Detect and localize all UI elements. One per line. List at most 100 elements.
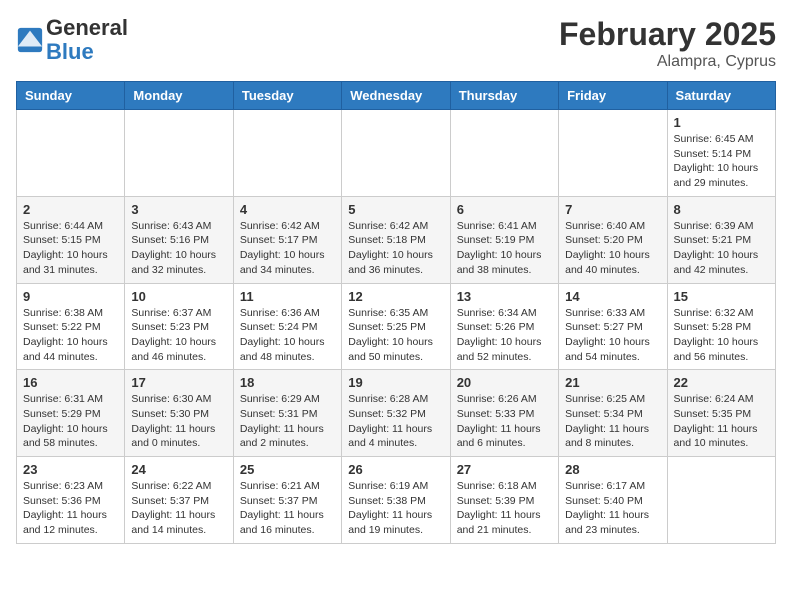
day-number: 25 bbox=[240, 462, 335, 477]
day-number: 5 bbox=[348, 202, 443, 217]
day-number: 24 bbox=[131, 462, 226, 477]
day-number: 23 bbox=[23, 462, 118, 477]
day-info: Sunrise: 6:33 AMSunset: 5:27 PMDaylight:… bbox=[565, 306, 660, 365]
calendar-day-8: 8Sunrise: 6:39 AMSunset: 5:21 PMDaylight… bbox=[667, 196, 775, 283]
day-info: Sunrise: 6:18 AMSunset: 5:39 PMDaylight:… bbox=[457, 479, 552, 538]
day-number: 10 bbox=[131, 289, 226, 304]
day-info: Sunrise: 6:31 AMSunset: 5:29 PMDaylight:… bbox=[23, 392, 118, 451]
calendar-day-5: 5 Sunrise: 6:42 AMSunset: 5:18 PMDaylight… bbox=[342, 196, 450, 283]
day-number: 21 bbox=[565, 375, 660, 390]
day-number: 1 bbox=[674, 115, 769, 130]
day-number: 19 bbox=[348, 375, 443, 390]
weekday-header-friday: Friday bbox=[559, 82, 667, 110]
day-number: 6 bbox=[457, 202, 552, 217]
day-info: Sunrise: 6:35 AMSunset: 5:25 PMDaylight:… bbox=[348, 306, 443, 365]
day-number: 17 bbox=[131, 375, 226, 390]
calendar-day-16: 16 Sunrise: 6:31 AMSunset: 5:29 PMDayligh… bbox=[17, 370, 125, 457]
calendar-day-28: 28 Sunrise: 6:17 AMSunset: 5:40 PMDayligh… bbox=[559, 457, 667, 544]
weekday-header-sunday: Sunday bbox=[17, 82, 125, 110]
day-info: Sunrise: 6:30 AMSunset: 5:30 PMDaylight:… bbox=[131, 392, 226, 451]
calendar-week-row: 1 Sunrise: 6:45 AMSunset: 5:14 PMDaylight… bbox=[17, 110, 776, 197]
calendar-day-2: 2 Sunrise: 6:44 AMSunset: 5:15 PMDaylight… bbox=[17, 196, 125, 283]
day-info: Sunrise: 6:32 AMSunset: 5:28 PMDaylight:… bbox=[674, 306, 769, 365]
calendar-day-1: 1 Sunrise: 6:45 AMSunset: 5:14 PMDaylight… bbox=[667, 110, 775, 197]
day-number: 15 bbox=[674, 289, 769, 304]
logo-general: General bbox=[46, 16, 128, 40]
weekday-header-wednesday: Wednesday bbox=[342, 82, 450, 110]
day-number: 28 bbox=[565, 462, 660, 477]
day-info: Sunrise: 6:41 AMSunset: 5:19 PMDaylight:… bbox=[457, 219, 552, 278]
day-info: Sunrise: 6:45 AMSunset: 5:14 PMDaylight:… bbox=[674, 132, 769, 191]
day-info: Sunrise: 6:29 AMSunset: 5:31 PMDaylight:… bbox=[240, 392, 335, 451]
calendar-day-27: 27Sunrise: 6:18 AMSunset: 5:39 PMDayligh… bbox=[450, 457, 558, 544]
day-number: 18 bbox=[240, 375, 335, 390]
month-year: February 2025 bbox=[559, 16, 776, 53]
day-info: Sunrise: 6:38 AMSunset: 5:22 PMDaylight:… bbox=[23, 306, 118, 365]
day-info: Sunrise: 6:23 AMSunset: 5:36 PMDaylight:… bbox=[23, 479, 118, 538]
day-info: Sunrise: 6:40 AMSunset: 5:20 PMDaylight:… bbox=[565, 219, 660, 278]
calendar-week-row: 23 Sunrise: 6:23 AMSunset: 5:36 PMDayligh… bbox=[17, 457, 776, 544]
calendar-day-10: 10 Sunrise: 6:37 AMSunset: 5:23 PMDayligh… bbox=[125, 283, 233, 370]
calendar-day-4: 4Sunrise: 6:42 AMSunset: 5:17 PMDaylight… bbox=[233, 196, 341, 283]
weekday-header-monday: Monday bbox=[125, 82, 233, 110]
calendar-empty-cell bbox=[450, 110, 558, 197]
calendar-day-6: 6 Sunrise: 6:41 AMSunset: 5:19 PMDaylight… bbox=[450, 196, 558, 283]
calendar-day-17: 17 Sunrise: 6:30 AMSunset: 5:30 PMDayligh… bbox=[125, 370, 233, 457]
day-number: 22 bbox=[674, 375, 769, 390]
calendar-day-7: 7 Sunrise: 6:40 AMSunset: 5:20 PMDaylight… bbox=[559, 196, 667, 283]
calendar-day-21: 21 Sunrise: 6:25 AMSunset: 5:34 PMDayligh… bbox=[559, 370, 667, 457]
day-info: Sunrise: 6:25 AMSunset: 5:34 PMDaylight:… bbox=[565, 392, 660, 451]
calendar-day-9: 9 Sunrise: 6:38 AMSunset: 5:22 PMDaylight… bbox=[17, 283, 125, 370]
calendar-day-3: 3Sunrise: 6:43 AMSunset: 5:16 PMDaylight… bbox=[125, 196, 233, 283]
day-number: 7 bbox=[565, 202, 660, 217]
calendar-day-15: 15 Sunrise: 6:32 AMSunset: 5:28 PMDayligh… bbox=[667, 283, 775, 370]
day-number: 3 bbox=[131, 202, 226, 217]
calendar-day-14: 14 Sunrise: 6:33 AMSunset: 5:27 PMDayligh… bbox=[559, 283, 667, 370]
day-number: 2 bbox=[23, 202, 118, 217]
day-info: Sunrise: 6:37 AMSunset: 5:23 PMDaylight:… bbox=[131, 306, 226, 365]
day-info: Sunrise: 6:42 AMSunset: 5:17 PMDaylight:… bbox=[240, 219, 335, 278]
calendar-day-22: 22 Sunrise: 6:24 AMSunset: 5:35 PMDayligh… bbox=[667, 370, 775, 457]
title-block: February 2025 Alampra, Cyprus bbox=[559, 16, 776, 71]
day-number: 9 bbox=[23, 289, 118, 304]
calendar-day-24: 24 Sunrise: 6:22 AMSunset: 5:37 PMDayligh… bbox=[125, 457, 233, 544]
weekday-header-saturday: Saturday bbox=[667, 82, 775, 110]
day-info: Sunrise: 6:21 AMSunset: 5:37 PMDaylight:… bbox=[240, 479, 335, 538]
day-info: Sunrise: 6:42 AMSunset: 5:18 PMDaylight:… bbox=[348, 219, 443, 278]
day-number: 16 bbox=[23, 375, 118, 390]
calendar-day-20: 20Sunrise: 6:26 AMSunset: 5:33 PMDayligh… bbox=[450, 370, 558, 457]
logo-icon bbox=[16, 26, 44, 54]
day-number: 14 bbox=[565, 289, 660, 304]
calendar-empty-cell bbox=[342, 110, 450, 197]
day-number: 13 bbox=[457, 289, 552, 304]
logo-blue: Blue bbox=[46, 40, 128, 64]
day-info: Sunrise: 6:36 AMSunset: 5:24 PMDaylight:… bbox=[240, 306, 335, 365]
day-info: Sunrise: 6:19 AMSunset: 5:38 PMDaylight:… bbox=[348, 479, 443, 538]
day-number: 8 bbox=[674, 202, 769, 217]
calendar-day-19: 19Sunrise: 6:28 AMSunset: 5:32 PMDayligh… bbox=[342, 370, 450, 457]
calendar-day-23: 23 Sunrise: 6:23 AMSunset: 5:36 PMDayligh… bbox=[17, 457, 125, 544]
calendar: SundayMondayTuesdayWednesdayThursdayFrid… bbox=[16, 81, 776, 544]
calendar-empty-cell bbox=[125, 110, 233, 197]
calendar-week-row: 2 Sunrise: 6:44 AMSunset: 5:15 PMDaylight… bbox=[17, 196, 776, 283]
day-info: Sunrise: 6:34 AMSunset: 5:26 PMDaylight:… bbox=[457, 306, 552, 365]
day-number: 26 bbox=[348, 462, 443, 477]
logo: General Blue bbox=[16, 16, 128, 64]
weekday-header-tuesday: Tuesday bbox=[233, 82, 341, 110]
calendar-day-26: 26 Sunrise: 6:19 AMSunset: 5:38 PMDayligh… bbox=[342, 457, 450, 544]
day-number: 11 bbox=[240, 289, 335, 304]
day-number: 12 bbox=[348, 289, 443, 304]
location: Alampra, Cyprus bbox=[559, 53, 776, 71]
calendar-header-row: SundayMondayTuesdayWednesdayThursdayFrid… bbox=[17, 82, 776, 110]
day-number: 20 bbox=[457, 375, 552, 390]
day-info: Sunrise: 6:24 AMSunset: 5:35 PMDaylight:… bbox=[674, 392, 769, 451]
calendar-day-18: 18 Sunrise: 6:29 AMSunset: 5:31 PMDayligh… bbox=[233, 370, 341, 457]
calendar-empty-cell bbox=[559, 110, 667, 197]
day-info: Sunrise: 6:17 AMSunset: 5:40 PMDaylight:… bbox=[565, 479, 660, 538]
day-info: Sunrise: 6:44 AMSunset: 5:15 PMDaylight:… bbox=[23, 219, 118, 278]
calendar-empty-cell bbox=[667, 457, 775, 544]
calendar-day-11: 11 Sunrise: 6:36 AMSunset: 5:24 PMDayligh… bbox=[233, 283, 341, 370]
calendar-day-25: 25 Sunrise: 6:21 AMSunset: 5:37 PMDayligh… bbox=[233, 457, 341, 544]
day-info: Sunrise: 6:22 AMSunset: 5:37 PMDaylight:… bbox=[131, 479, 226, 538]
weekday-header-thursday: Thursday bbox=[450, 82, 558, 110]
